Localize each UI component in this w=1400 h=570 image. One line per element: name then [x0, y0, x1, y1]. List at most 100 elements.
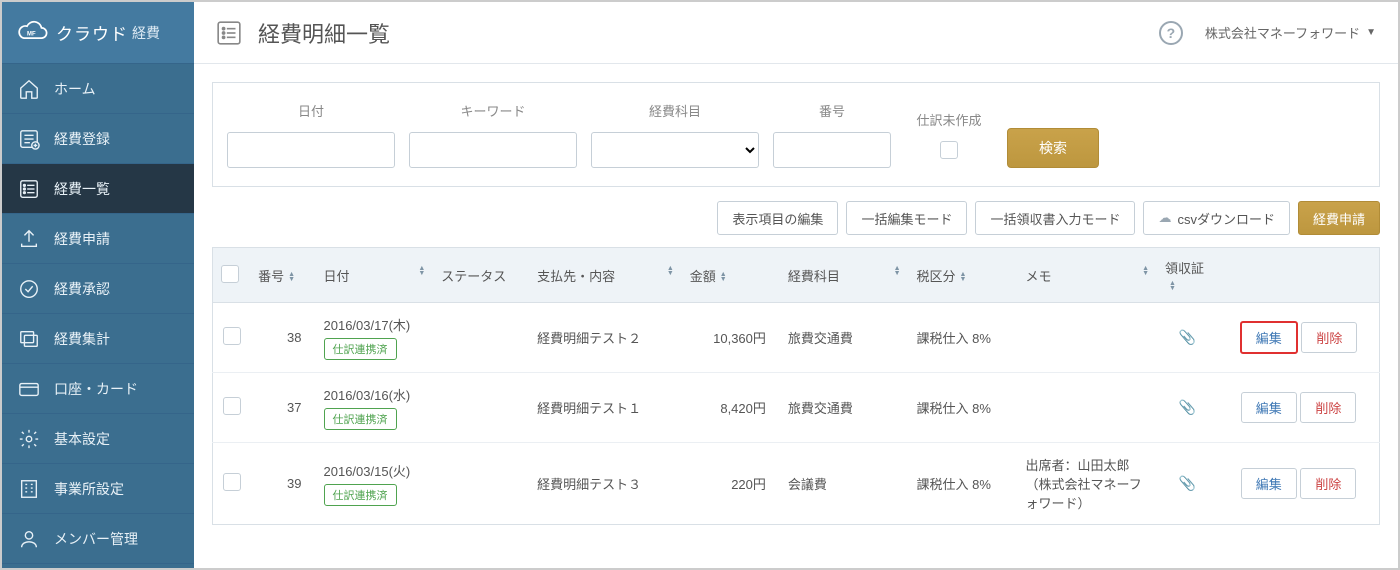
page-title: 経費明細一覧	[258, 17, 1159, 49]
help-button[interactable]: ?	[1159, 21, 1183, 45]
table-row: 37 2016/03/16(水)仕訳連携済 経費明細テスト１ 8,420円 旅費…	[213, 373, 1380, 443]
row-checkbox[interactable]	[223, 327, 241, 345]
th-payee[interactable]: 支払先・内容▲▼	[529, 248, 682, 303]
filter-unjournaled-label: 仕訳未作成	[916, 110, 981, 129]
cell-number: 37	[250, 373, 315, 443]
filter-unjournaled-checkbox[interactable]	[940, 141, 958, 159]
row-checkbox[interactable]	[223, 473, 241, 491]
sidebar-item-label: 経費集計	[54, 329, 110, 349]
cell-memo	[1018, 373, 1158, 443]
select-all-checkbox[interactable]	[221, 265, 239, 283]
sidebar-item-apply[interactable]: 経費申請	[2, 214, 194, 264]
brand-sub: 経費	[132, 23, 160, 43]
company-dropdown[interactable]: 株式会社マネーフォワード ▼	[1205, 23, 1376, 42]
status-badge: 仕訳連携済	[324, 408, 397, 430]
th-receipt[interactable]: 領収証▲▼	[1157, 248, 1218, 303]
cell-date: 2016/03/17(木)	[324, 315, 426, 334]
cell-payee: 経費明細テスト２	[529, 303, 682, 373]
sidebar-item-label: メンバー管理	[54, 529, 138, 549]
th-tax[interactable]: 税区分▲▼	[909, 248, 1018, 303]
bulk-receipt-button[interactable]: 一括領収書入力モード	[975, 201, 1135, 235]
sidebar-item-account[interactable]: 口座・カード	[2, 364, 194, 414]
edit-button[interactable]: 編集	[1241, 392, 1297, 423]
cell-memo: 出席者：山田太郎（株式会社マネーフォワード）	[1018, 443, 1158, 525]
user-icon	[18, 528, 40, 550]
edit-button[interactable]: 編集	[1240, 321, 1298, 354]
sort-icon: ▲▼	[418, 266, 425, 276]
delete-button[interactable]: 削除	[1300, 392, 1356, 423]
cell-date: 2016/03/16(水)	[324, 385, 426, 404]
paperclip-icon[interactable]: 📎	[1179, 399, 1196, 415]
toolbar: 表示項目の編集 一括編集モード 一括領収書入力モード ☁csvダウンロード 経費…	[212, 201, 1380, 235]
cell-tax: 課税仕入 8%	[909, 373, 1018, 443]
brand-name: クラウド	[56, 20, 128, 45]
bulk-edit-button[interactable]: 一括編集モード	[846, 201, 967, 235]
table-row: 38 2016/03/17(木)仕訳連携済 経費明細テスト２ 10,360円 旅…	[213, 303, 1380, 373]
filter-date-label: 日付	[298, 101, 324, 120]
cell-subject: 旅費交通費	[780, 373, 909, 443]
delete-button[interactable]: 削除	[1300, 468, 1356, 499]
th-status: ステータス	[433, 248, 529, 303]
csv-download-button[interactable]: ☁csvダウンロード	[1143, 201, 1290, 235]
filter-keyword-label: キーワード	[460, 101, 525, 120]
table-row: 39 2016/03/15(火)仕訳連携済 経費明細テスト３ 220円 会議費 …	[213, 443, 1380, 525]
th-subject[interactable]: 経費科目▲▼	[780, 248, 909, 303]
sort-icon: ▲▼	[1169, 281, 1176, 291]
sidebar-item-settings[interactable]: 基本設定	[2, 414, 194, 464]
paperclip-icon[interactable]: 📎	[1179, 475, 1196, 491]
th-amount[interactable]: 金額▲▼	[682, 248, 780, 303]
cell-subject: 旅費交通費	[780, 303, 909, 373]
list-icon	[18, 178, 40, 200]
svg-text:MF: MF	[27, 31, 36, 37]
cloud-icon: MF	[16, 18, 50, 48]
sidebar: MF クラウド 経費 ホーム 経費登録 経費一覧 経費申請 経費承認 経費集計	[2, 2, 194, 568]
sidebar-item-register[interactable]: 経費登録	[2, 114, 194, 164]
th-memo[interactable]: メモ▲▼	[1018, 248, 1158, 303]
edit-button[interactable]: 編集	[1241, 468, 1297, 499]
row-checkbox[interactable]	[223, 397, 241, 415]
cell-amount: 8,420円	[682, 373, 780, 443]
cell-subject: 会議費	[780, 443, 909, 525]
paperclip-icon[interactable]: 📎	[1179, 329, 1196, 345]
search-button[interactable]: 検索	[1007, 128, 1099, 168]
sidebar-item-label: 経費一覧	[54, 179, 110, 199]
filter-subject-select[interactable]	[591, 132, 759, 168]
cell-number: 39	[250, 443, 315, 525]
sidebar-item-members[interactable]: メンバー管理	[2, 514, 194, 564]
building-icon	[18, 478, 40, 500]
page-header: 経費明細一覧 ? 株式会社マネーフォワード ▼	[194, 2, 1398, 64]
sidebar-item-label: 経費登録	[54, 129, 110, 149]
filter-subject-label: 経費科目	[649, 101, 701, 120]
status-badge: 仕訳連携済	[324, 338, 397, 360]
filter-date-input[interactable]	[227, 132, 395, 168]
brand-logo[interactable]: MF クラウド 経費	[2, 2, 194, 64]
th-number[interactable]: 番号▲▼	[250, 248, 315, 303]
sort-icon: ▲▼	[1142, 266, 1149, 276]
sidebar-item-home[interactable]: ホーム	[2, 64, 194, 114]
filter-keyword-input[interactable]	[409, 132, 577, 168]
cell-memo	[1018, 303, 1158, 373]
delete-button[interactable]: 削除	[1301, 322, 1357, 353]
cell-number: 38	[250, 303, 315, 373]
sidebar-item-summary[interactable]: 経費集計	[2, 314, 194, 364]
th-date[interactable]: 日付▲▼	[316, 248, 434, 303]
filter-panel: 日付 キーワード 経費科目 番号 仕訳未作成	[212, 82, 1380, 187]
cell-date: 2016/03/15(火)	[324, 461, 426, 480]
sidebar-item-approve[interactable]: 経費承認	[2, 264, 194, 314]
cell-tax: 課税仕入 8%	[909, 303, 1018, 373]
sidebar-item-list[interactable]: 経費一覧	[2, 164, 194, 214]
stack-icon	[18, 328, 40, 350]
sidebar-item-label: 経費承認	[54, 279, 110, 299]
sort-icon: ▲▼	[667, 266, 674, 276]
apply-button[interactable]: 経費申請	[1298, 201, 1380, 235]
sidebar-item-label: 基本設定	[54, 429, 110, 449]
company-name: 株式会社マネーフォワード	[1205, 23, 1360, 42]
cell-amount: 220円	[682, 443, 780, 525]
filter-number-input[interactable]	[773, 132, 891, 168]
sidebar-item-office[interactable]: 事業所設定	[2, 464, 194, 514]
card-icon	[18, 378, 40, 400]
filter-number-label: 番号	[819, 101, 845, 120]
sidebar-item-label: 口座・カード	[54, 379, 138, 399]
cloud-download-icon: ☁	[1158, 210, 1171, 226]
columns-button[interactable]: 表示項目の編集	[717, 201, 838, 235]
